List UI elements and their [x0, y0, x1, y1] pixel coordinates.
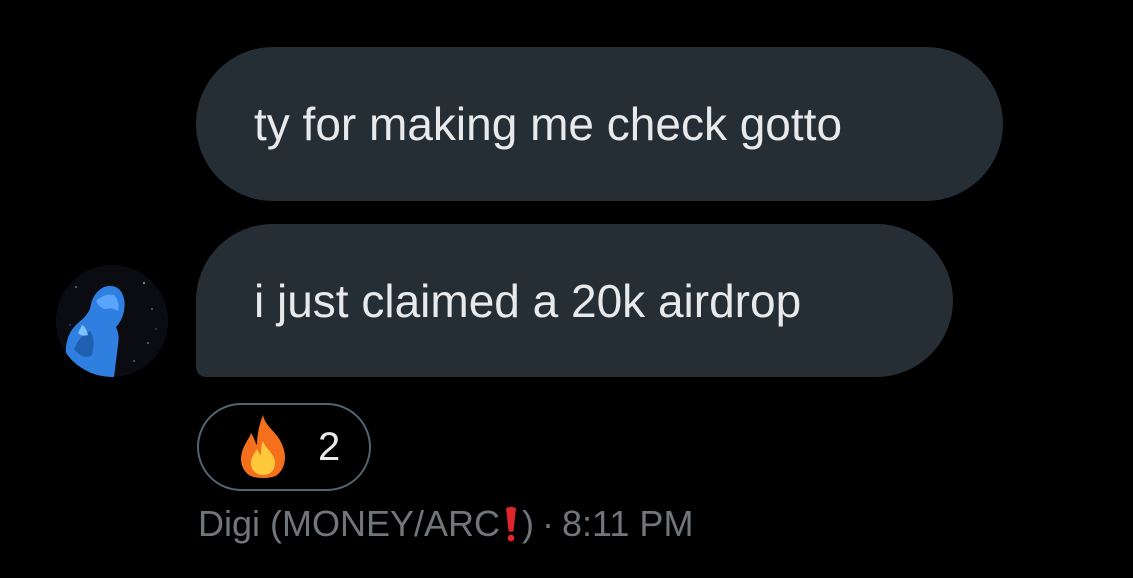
meta-separator: ·: [542, 503, 555, 544]
message-bubble[interactable]: i just claimed a 20k airdrop: [196, 224, 953, 377]
red-exclamation-icon: [506, 507, 517, 542]
dm-conversation: ty for making me check gotto i just clai…: [0, 0, 1133, 578]
sender-name-suffix: ): [522, 503, 535, 544]
reaction-count: 2: [318, 424, 341, 469]
fire-emoji-icon: [241, 415, 285, 478]
message-text: ty for making me check gotto: [254, 98, 843, 150]
sender-avatar[interactable]: [56, 265, 168, 377]
message-timestamp: 8:11 PM: [562, 503, 694, 544]
avatar-image-icon: [56, 265, 168, 377]
message-meta: Digi (MONEY/ARC ) · 8:11 PM: [198, 503, 693, 545]
sender-name[interactable]: Digi (MONEY/ARC: [198, 503, 500, 545]
reaction-pill[interactable]: 2: [197, 403, 371, 491]
message-bubble[interactable]: ty for making me check gotto: [196, 47, 1003, 201]
message-text: i just claimed a 20k airdrop: [254, 274, 802, 327]
